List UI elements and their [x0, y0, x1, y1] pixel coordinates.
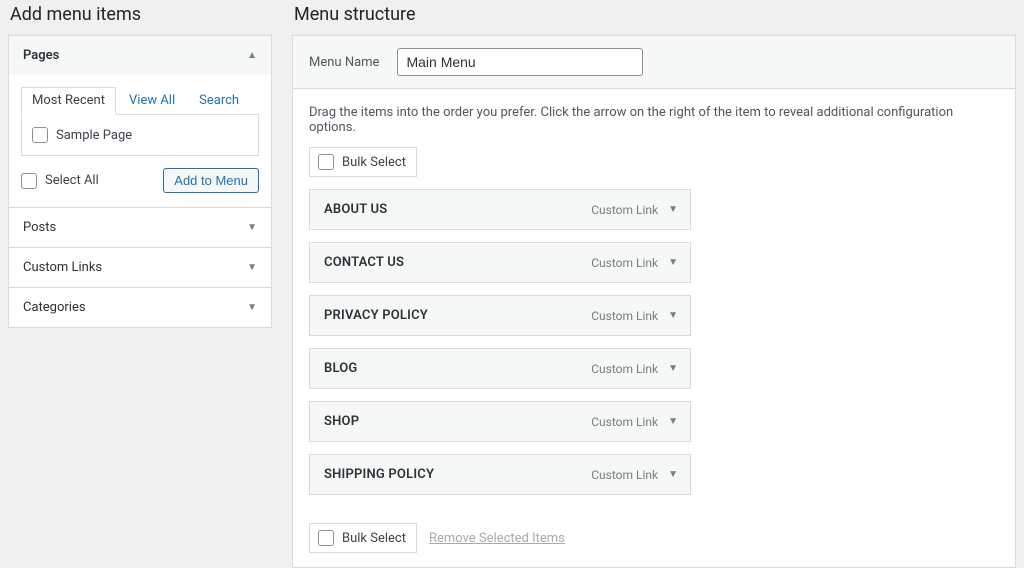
chevron-down-icon: ▼ [247, 262, 257, 273]
select-all-label: Select All [45, 173, 99, 188]
menu-items-list: ABOUT US Custom Link ▼ CONTACT US Custom… [293, 189, 1015, 517]
menu-item-label: BLOG [324, 361, 358, 376]
acc-custom-links-label: Custom Links [23, 260, 102, 275]
chevron-down-icon[interactable]: ▼ [668, 310, 678, 321]
checkbox-icon[interactable] [318, 530, 334, 546]
chevron-down-icon[interactable]: ▼ [668, 363, 678, 374]
menu-item-label: PRIVACY POLICY [324, 308, 428, 323]
menu-item-type: Custom Link [591, 362, 658, 376]
chevron-down-icon[interactable]: ▼ [668, 469, 678, 480]
menu-item[interactable]: SHOP Custom Link ▼ [309, 401, 691, 442]
add-to-menu-button[interactable]: Add to Menu [163, 168, 259, 193]
instructions-text: Drag the items into the order you prefer… [293, 89, 1015, 147]
menu-structure-title: Menu structure [294, 4, 1016, 25]
menu-item-type: Custom Link [591, 309, 658, 323]
chevron-down-icon[interactable]: ▼ [668, 416, 678, 427]
add-items-title: Add menu items [10, 4, 272, 25]
acc-pages-body: Most Recent View All Search Sample Page [9, 75, 271, 207]
menu-item[interactable]: SHIPPING POLICY Custom Link ▼ [309, 454, 691, 495]
menu-item-label: ABOUT US [324, 202, 387, 217]
acc-pages-header[interactable]: Pages ▲ [9, 36, 271, 75]
bulk-select-label: Bulk Select [342, 155, 406, 170]
menu-item[interactable]: PRIVACY POLICY Custom Link ▼ [309, 295, 691, 336]
menu-item-label: SHOP [324, 414, 359, 429]
tab-search[interactable]: Search [188, 87, 250, 115]
select-all[interactable]: Select All [21, 173, 99, 189]
menu-item-type: Custom Link [591, 468, 658, 482]
tab-most-recent[interactable]: Most Recent [21, 87, 116, 115]
menu-name-input[interactable] [397, 48, 643, 76]
menu-item[interactable]: ABOUT US Custom Link ▼ [309, 189, 691, 230]
acc-posts-header[interactable]: Posts ▼ [9, 208, 271, 247]
bulk-select-label: Bulk Select [342, 531, 406, 546]
checkbox-icon[interactable] [32, 127, 48, 143]
page-list-item[interactable]: Sample Page [32, 125, 248, 145]
acc-custom-links-header[interactable]: Custom Links ▼ [9, 248, 271, 287]
checkbox-icon[interactable] [318, 154, 334, 170]
tab-view-all[interactable]: View All [118, 87, 186, 115]
chevron-down-icon: ▼ [247, 222, 257, 233]
menu-name-label: Menu Name [309, 55, 379, 70]
menu-item-type: Custom Link [591, 415, 658, 429]
menu-item[interactable]: CONTACT US Custom Link ▼ [309, 242, 691, 283]
menu-item[interactable]: BLOG Custom Link ▼ [309, 348, 691, 389]
chevron-up-icon: ▲ [247, 50, 257, 61]
bulk-select-bottom[interactable]: Bulk Select [309, 523, 417, 553]
menu-item-label: CONTACT US [324, 255, 404, 270]
checkbox-icon[interactable] [21, 173, 37, 189]
chevron-down-icon[interactable]: ▼ [668, 257, 678, 268]
acc-categories-label: Categories [23, 300, 86, 315]
menu-item-label: SHIPPING POLICY [324, 467, 434, 482]
acc-posts-label: Posts [23, 220, 56, 235]
menu-item-type: Custom Link [591, 203, 658, 217]
remove-selected-link[interactable]: Remove Selected Items [429, 531, 565, 546]
acc-pages-label: Pages [23, 48, 59, 63]
acc-categories-header[interactable]: Categories ▼ [9, 288, 271, 327]
chevron-down-icon: ▼ [247, 302, 257, 313]
menu-edit-panel: Menu Name Drag the items into the order … [292, 35, 1016, 568]
bulk-select-top[interactable]: Bulk Select [309, 147, 417, 177]
chevron-down-icon[interactable]: ▼ [668, 204, 678, 215]
page-item-label: Sample Page [56, 128, 132, 143]
menu-item-type: Custom Link [591, 256, 658, 270]
add-items-accordion: Pages ▲ Most Recent View All Search Samp… [8, 35, 272, 328]
